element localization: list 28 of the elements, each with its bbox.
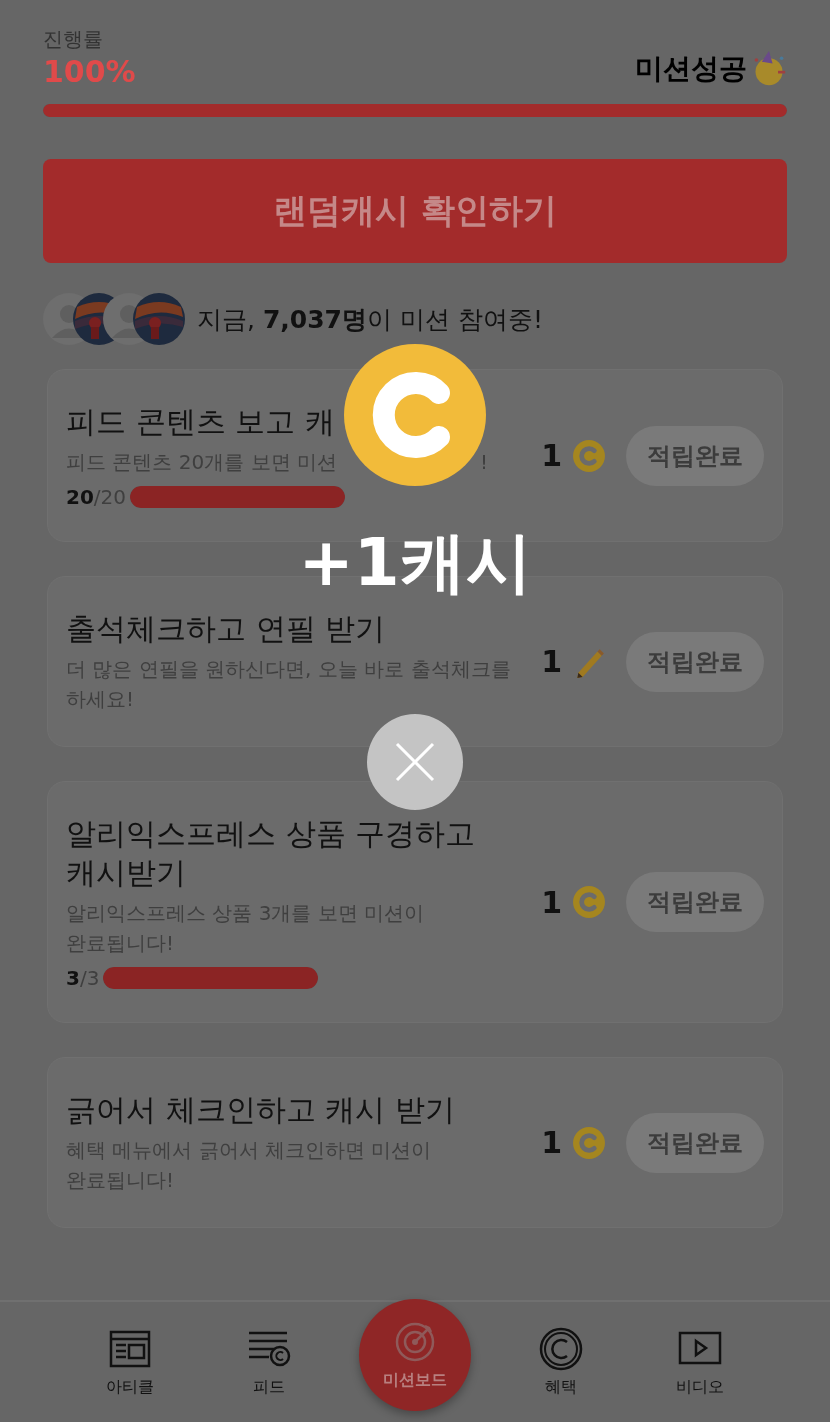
reward-amount: 1 bbox=[541, 438, 562, 473]
participants-text: 지금, 7,037명이 미션 참여중! bbox=[197, 303, 543, 336]
mission-title: 알리익스프레스 상품 구경하고 캐시받기 bbox=[66, 815, 477, 892]
mission-description: ! bbox=[479, 449, 488, 476]
nav-tab[interactable]: 피드 bbox=[219, 1326, 320, 1398]
mission-title: 출석체크하고 연필 받기 bbox=[66, 610, 387, 648]
nav-tab[interactable]: 미션보드 bbox=[359, 1299, 471, 1411]
completed-button[interactable]: 적립완료 bbox=[626, 425, 764, 486]
coin-icon bbox=[572, 1125, 606, 1160]
nav-tab[interactable]: 아티클 bbox=[79, 1326, 180, 1398]
reward-amount: 1 bbox=[541, 1125, 562, 1160]
progress-value: 100% bbox=[43, 55, 136, 88]
nav-tab[interactable]: 비디오 bbox=[650, 1326, 751, 1398]
completed-button[interactable]: 적립완료 bbox=[626, 872, 764, 932]
reward-amount: 1 bbox=[541, 884, 562, 920]
nav-tab[interactable]: 혜택 bbox=[510, 1326, 611, 1398]
random-cash-button[interactable]: 랜덤캐시 확인하기 bbox=[43, 159, 787, 263]
mission-title: 피드 콘텐츠 보고 캐 bbox=[66, 403, 336, 441]
completed-button[interactable]: 적립완료 bbox=[626, 631, 764, 692]
coin-icon bbox=[572, 885, 606, 919]
mission-title: 긁어서 체크인하고 캐시 받기 bbox=[66, 1091, 456, 1129]
coin-icon bbox=[343, 343, 487, 487]
coin-icon bbox=[572, 438, 606, 473]
reward-amount: 1 bbox=[541, 644, 562, 679]
mission-status: 미션성공 bbox=[635, 51, 747, 87]
completed-button[interactable]: 적립완료 bbox=[626, 1112, 764, 1173]
copyright-icon bbox=[538, 1326, 583, 1371]
reward-text: +1캐시 bbox=[298, 527, 532, 600]
